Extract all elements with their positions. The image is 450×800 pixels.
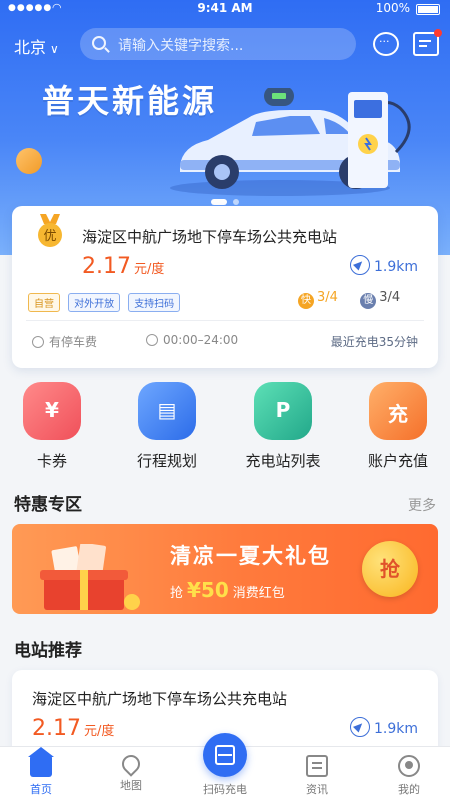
station-name: 海淀区中航广场地下停车场公共充电站	[82, 228, 338, 246]
recommend-section-title: 电站推荐	[14, 641, 82, 661]
category-route-plan[interactable]: ▤ 行程规划	[117, 382, 217, 471]
coupon-icon: ¥	[23, 382, 81, 440]
category-recharge[interactable]: 充 账户充值	[348, 382, 448, 471]
message-line	[419, 45, 427, 47]
promo-title: 清凉一夏大礼包	[170, 544, 331, 568]
search-input[interactable]: 请输入关键字搜索...	[80, 28, 356, 60]
premium-badge-icon: 优	[38, 214, 62, 247]
tab-label: 扫码充电	[203, 783, 247, 796]
carousel-dot[interactable]	[211, 199, 227, 205]
promo-banner[interactable]: 清凉一夏大礼包 抢 ¥50 消费红包 抢	[12, 524, 438, 614]
route-plan-icon: ▤	[138, 382, 196, 440]
news-icon	[306, 755, 328, 777]
hours-label: 00:00–24:00	[163, 333, 239, 347]
planet-decoration	[16, 148, 42, 174]
recharge-icon: 充	[369, 382, 427, 440]
station-price: 2.17 元/度	[32, 716, 114, 741]
category-label: 充电站列表	[245, 452, 321, 470]
promo-subtitle: 抢 ¥50 消费红包	[170, 578, 285, 602]
top-bar: 北京 ∨ 请输入关键字搜索...	[0, 26, 450, 62]
category-grid: ¥ 卡券 ▤ 行程规划 P 充电站列表 充 账户充值	[0, 382, 450, 472]
card-divider	[26, 320, 424, 321]
tag-open-public: 对外开放	[68, 293, 121, 312]
slow-charger-icon: 慢	[360, 293, 377, 309]
opening-hours: 00:00–24:00	[146, 333, 238, 347]
carousel-dot[interactable]	[233, 199, 239, 205]
chevron-down-icon: ∨	[50, 42, 59, 56]
tag-self-operated: 自营	[28, 293, 60, 312]
tab-map[interactable]: 地图	[96, 751, 166, 793]
station-price: 2.17 元/度	[82, 254, 164, 279]
price-value: 2.17	[82, 254, 131, 279]
tag-scan-support: 支持扫码	[128, 293, 181, 312]
price-unit: 元/度	[133, 262, 165, 277]
map-pin-icon	[118, 751, 144, 777]
price-value: 2.17	[32, 716, 81, 741]
clock-icon	[146, 334, 158, 346]
parking-fee-info: 有停车费	[32, 333, 97, 350]
message-icon[interactable]	[413, 29, 442, 56]
tab-news[interactable]: 资讯	[282, 755, 352, 797]
charger-availability: 快 3/4 慢 3/4	[298, 290, 400, 309]
battery-icon	[416, 4, 440, 15]
station-name: 海淀区中航广场地下停车场公共充电站	[32, 690, 288, 708]
more-link[interactable]: 更多	[408, 495, 436, 515]
bottom-tab-bar: 首页 地图 扫码充电 资讯 我的	[0, 733, 450, 800]
category-label: 行程规划	[136, 452, 197, 470]
featured-station-card[interactable]: 优 海淀区中航广场地下停车场公共充电站 2.17 元/度 1.9km 自营 对外开…	[12, 206, 438, 368]
search-placeholder: 请输入关键字搜索...	[118, 38, 244, 54]
city-selector[interactable]: 北京 ∨	[14, 34, 59, 58]
parking-label: 有停车费	[49, 335, 98, 349]
station-distance: 1.9km	[373, 259, 418, 275]
navigation-icon[interactable]	[350, 717, 370, 737]
category-coupon[interactable]: ¥ 卡券	[2, 382, 102, 471]
tab-label: 地图	[120, 779, 142, 792]
fast-charger-icon: 快	[298, 293, 314, 309]
station-tags: 自营 对外开放 支持扫码	[28, 292, 183, 312]
recent-charge: 最近充电35分钟	[330, 335, 418, 349]
status-bar: ●●●●● ◠ 9:41 AM 100%	[0, 0, 450, 18]
search-icon	[92, 36, 106, 50]
station-list-icon: P	[254, 382, 312, 440]
tab-profile[interactable]: 我的	[374, 755, 444, 797]
scan-charge-button[interactable]	[203, 733, 247, 777]
notification-dot	[434, 29, 442, 37]
fast-count: 3/4	[317, 290, 338, 305]
navigation-icon[interactable]	[350, 255, 370, 275]
price-unit: 元/度	[83, 724, 115, 739]
tab-label: 资讯	[306, 783, 328, 796]
promo-suffix: 消费红包	[232, 586, 285, 601]
grab-button[interactable]: 抢	[362, 541, 418, 597]
gift-box-icon	[40, 544, 140, 610]
tab-home[interactable]: 首页	[6, 747, 76, 797]
tab-label: 首页	[30, 783, 52, 796]
station-distance: 1.9km	[373, 721, 418, 737]
category-label: 账户充值	[367, 452, 428, 470]
promo-amount: ¥50	[187, 578, 229, 602]
message-line	[419, 40, 431, 42]
scan-icon	[215, 745, 235, 765]
promo-prefix: 抢	[170, 586, 184, 601]
customer-service-icon[interactable]	[373, 32, 399, 56]
slow-count: 3/4	[379, 290, 401, 305]
category-label: 卡券	[36, 452, 67, 470]
profile-icon	[398, 755, 420, 777]
city-label: 北京	[14, 38, 47, 57]
premium-badge-label: 优	[43, 229, 56, 244]
home-icon	[28, 747, 54, 777]
parking-icon	[32, 336, 44, 348]
battery-percent: 100%	[375, 1, 410, 15]
tab-label: 我的	[398, 783, 420, 796]
deals-section-title: 特惠专区	[14, 495, 82, 515]
category-station-list[interactable]: P 充电站列表	[233, 382, 333, 471]
ev-car-illustration	[170, 88, 411, 196]
